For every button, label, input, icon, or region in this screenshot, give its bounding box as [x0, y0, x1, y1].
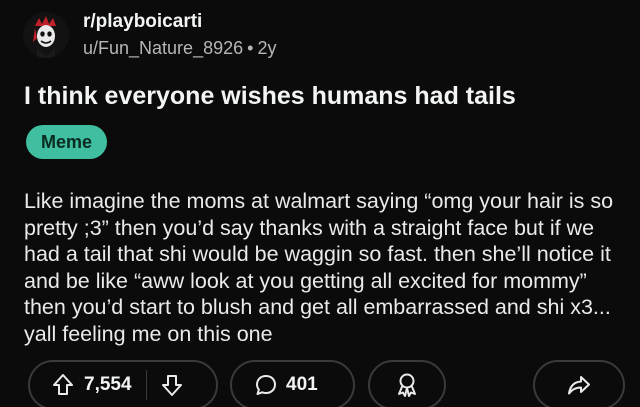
- author-name[interactable]: u/Fun_Nature_8926: [83, 38, 243, 58]
- post-flair[interactable]: Meme: [26, 125, 108, 159]
- vote-pill: 7,554: [28, 360, 218, 407]
- author-line: u/Fun_Nature_8926 • 2y: [83, 36, 276, 60]
- action-bar: 7,554 401: [28, 360, 628, 407]
- comments-button[interactable]: 401: [230, 360, 355, 407]
- arrow-up-icon[interactable]: [52, 373, 74, 397]
- award-ribbon-icon: [395, 372, 419, 398]
- subreddit-avatar[interactable]: [23, 12, 69, 58]
- post-body: Like imagine the moms at walmart saying …: [24, 189, 614, 346]
- reddit-post: r/playboicarti u/Fun_Nature_8926 • 2y I th…: [0, 0, 640, 407]
- share-button[interactable]: [533, 360, 625, 407]
- subreddit-name[interactable]: r/playboicarti: [83, 10, 276, 34]
- award-button[interactable]: [368, 360, 446, 407]
- post-title: I think everyone wishes humans had tails: [24, 82, 516, 110]
- post-age: 2y: [257, 38, 277, 58]
- comment-count: 401: [286, 374, 318, 395]
- post-meta: r/playboicarti u/Fun_Nature_8926 • 2y: [83, 10, 276, 60]
- separator-dot: •: [247, 38, 254, 58]
- post-header: r/playboicarti u/Fun_Nature_8926 • 2y: [23, 10, 276, 60]
- comment-bubble-icon: [254, 373, 278, 397]
- arrow-down-icon[interactable]: [161, 373, 183, 397]
- upvote-count: 7,554: [84, 374, 132, 395]
- vote-divider: [145, 370, 147, 400]
- share-arrow-icon: [566, 373, 592, 397]
